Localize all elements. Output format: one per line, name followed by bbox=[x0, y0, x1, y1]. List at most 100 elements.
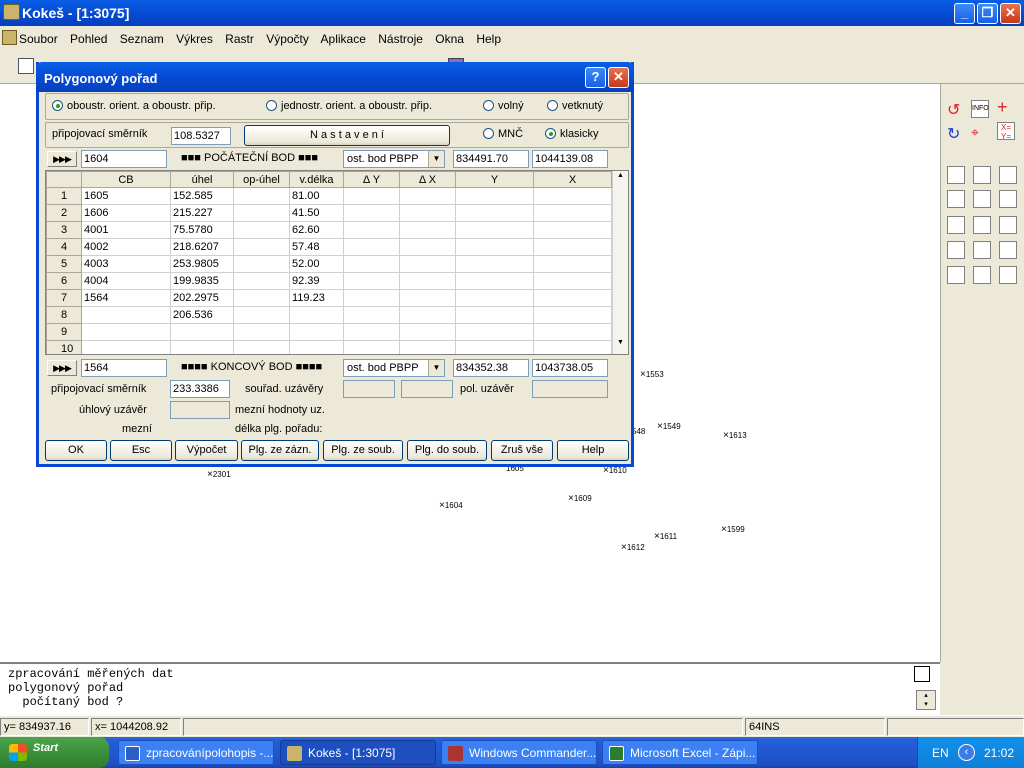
table-row[interactable]: 5 4003 253.9805 52.00 bbox=[46, 255, 612, 273]
cell-y[interactable] bbox=[455, 306, 534, 324]
nastaveni-button[interactable]: N a s t a v e n í bbox=[244, 125, 450, 146]
start-button[interactable]: Start bbox=[0, 737, 109, 768]
cell-vdelka[interactable]: 62.60 bbox=[289, 221, 344, 239]
cell-dy[interactable] bbox=[343, 323, 400, 341]
cell-cb[interactable]: 1564 bbox=[81, 289, 171, 307]
cell-y[interactable] bbox=[455, 272, 534, 290]
end-type-select[interactable]: ost. bod PBPP ▼ bbox=[343, 359, 445, 377]
cell-y[interactable] bbox=[455, 340, 534, 354]
cell-vdelka[interactable] bbox=[289, 340, 344, 354]
cell-uhel[interactable]: 152.585 bbox=[170, 187, 234, 205]
plg-ze-zazn-button[interactable]: Plg. ze zázn. bbox=[241, 440, 319, 461]
cell-dy[interactable] bbox=[343, 272, 400, 290]
cell-dy[interactable] bbox=[343, 289, 400, 307]
table-row[interactable]: 9 bbox=[46, 323, 612, 341]
snap-icon[interactable]: ⌖ bbox=[971, 124, 989, 142]
menu-help[interactable]: Help bbox=[476, 32, 501, 46]
cell-x[interactable] bbox=[533, 204, 612, 222]
cell-cb[interactable]: 1605 bbox=[81, 187, 171, 205]
cell-dx[interactable] bbox=[399, 272, 456, 290]
rewind-icon[interactable] bbox=[947, 266, 965, 284]
smernik-input[interactable]: 108.5327 bbox=[171, 127, 231, 145]
radio-mnc[interactable]: MNČ bbox=[483, 128, 523, 140]
pan-left-icon[interactable] bbox=[947, 190, 965, 208]
cell-y[interactable] bbox=[455, 255, 534, 273]
end-x-input[interactable]: 1043738.05 bbox=[532, 359, 608, 377]
pan-up-icon[interactable] bbox=[973, 166, 991, 184]
cell-dy[interactable] bbox=[343, 204, 400, 222]
dialog-close-button[interactable]: ✕ bbox=[608, 67, 629, 88]
pan-down-icon[interactable] bbox=[973, 216, 991, 234]
cell-op-uhel[interactable] bbox=[233, 187, 290, 205]
xy-coordinate-icon[interactable]: X= Y= bbox=[997, 122, 1015, 141]
cell-cb[interactable]: 1606 bbox=[81, 204, 171, 222]
cell-uhel[interactable]: 206.536 bbox=[170, 306, 234, 324]
layer-icon[interactable] bbox=[999, 241, 1017, 259]
cell-cb[interactable] bbox=[81, 306, 171, 324]
cell-dx[interactable] bbox=[399, 238, 456, 256]
windows-icon[interactable] bbox=[999, 266, 1017, 284]
cell-cb[interactable]: 4002 bbox=[81, 238, 171, 256]
cell-vdelka[interactable]: 41.50 bbox=[289, 204, 344, 222]
eject-icon[interactable] bbox=[973, 266, 991, 284]
zoom-extent-icon[interactable] bbox=[947, 216, 965, 234]
start-y-input[interactable]: 834491.70 bbox=[453, 150, 529, 168]
radio-klasicky[interactable]: klasicky bbox=[545, 128, 599, 140]
cell-op-uhel[interactable] bbox=[233, 289, 290, 307]
pan-right-icon[interactable] bbox=[999, 190, 1017, 208]
end-cb-input[interactable]: 1564 bbox=[81, 359, 167, 377]
cell-cb[interactable] bbox=[81, 340, 171, 354]
cell-vdelka[interactable]: 57.48 bbox=[289, 238, 344, 256]
info-icon[interactable]: INFO bbox=[971, 100, 989, 118]
tray-expand-icon[interactable]: ‹ bbox=[958, 744, 975, 761]
start-type-select[interactable]: ost. bod PBPP ▼ bbox=[343, 150, 445, 168]
cell-op-uhel[interactable] bbox=[233, 255, 290, 273]
table-row[interactable]: 8 206.536 bbox=[46, 306, 612, 324]
radio-volny[interactable]: volný bbox=[483, 100, 524, 112]
start-point-arrow-button[interactable]: ▶▶▶ bbox=[47, 151, 77, 167]
cell-vdelka[interactable] bbox=[289, 323, 344, 341]
cell-cb[interactable] bbox=[81, 323, 171, 341]
plg-ze-soub-button[interactable]: Plg. ze soub. bbox=[323, 440, 403, 461]
cell-y[interactable] bbox=[455, 289, 534, 307]
cell-vdelka[interactable]: 52.00 bbox=[289, 255, 344, 273]
menu-aplikace[interactable]: Aplikace bbox=[321, 32, 366, 46]
cell-x[interactable] bbox=[533, 306, 612, 324]
cell-op-uhel[interactable] bbox=[233, 306, 290, 324]
plg-do-soub-button[interactable]: Plg. do soub. bbox=[407, 440, 487, 461]
center-icon[interactable] bbox=[973, 190, 991, 208]
page-icon[interactable] bbox=[947, 241, 965, 259]
menu-pohled[interactable]: Pohled bbox=[70, 32, 107, 46]
menu-soubor[interactable]: Soubor bbox=[19, 32, 58, 46]
cell-y[interactable] bbox=[455, 204, 534, 222]
zoom-window-icon[interactable] bbox=[947, 166, 965, 184]
esc-button[interactable]: Esc bbox=[110, 440, 172, 461]
table-scrollbar[interactable]: ▲ ▼ bbox=[612, 171, 628, 354]
task-kokes[interactable]: Kokeš - [1:3075] bbox=[280, 740, 436, 765]
end-point-arrow-button[interactable]: ▶▶▶ bbox=[47, 360, 77, 376]
end-smernik-input[interactable]: 233.3386 bbox=[170, 380, 230, 398]
cell-x[interactable] bbox=[533, 323, 612, 341]
measure-icon[interactable] bbox=[999, 216, 1017, 234]
command-console[interactable]: zpracování měřených dat polygonový pořad… bbox=[0, 662, 940, 715]
menu-vypocty[interactable]: Výpočty bbox=[266, 32, 309, 46]
menu-okna[interactable]: Okna bbox=[435, 32, 464, 46]
task-excel[interactable]: Microsoft Excel - Zápi... bbox=[602, 740, 758, 765]
cell-dx[interactable] bbox=[399, 340, 456, 354]
cell-x[interactable] bbox=[533, 340, 612, 354]
menu-nastroje[interactable]: Nástroje bbox=[378, 32, 423, 46]
zrus-vse-button[interactable]: Zruš vše bbox=[491, 440, 553, 461]
cell-dy[interactable] bbox=[343, 238, 400, 256]
table-row[interactable]: 4 4002 218.6207 57.48 bbox=[46, 238, 612, 256]
redo-icon[interactable]: ↻ bbox=[947, 124, 965, 143]
cell-y[interactable] bbox=[455, 323, 534, 341]
cell-op-uhel[interactable] bbox=[233, 204, 290, 222]
cell-dy[interactable] bbox=[343, 340, 400, 354]
cell-x[interactable] bbox=[533, 187, 612, 205]
cell-dy[interactable] bbox=[343, 255, 400, 273]
vypocet-button[interactable]: Výpočet bbox=[175, 440, 238, 461]
cell-dy[interactable] bbox=[343, 221, 400, 239]
cell-dy[interactable] bbox=[343, 306, 400, 324]
cell-cb[interactable]: 4001 bbox=[81, 221, 171, 239]
cell-dx[interactable] bbox=[399, 289, 456, 307]
